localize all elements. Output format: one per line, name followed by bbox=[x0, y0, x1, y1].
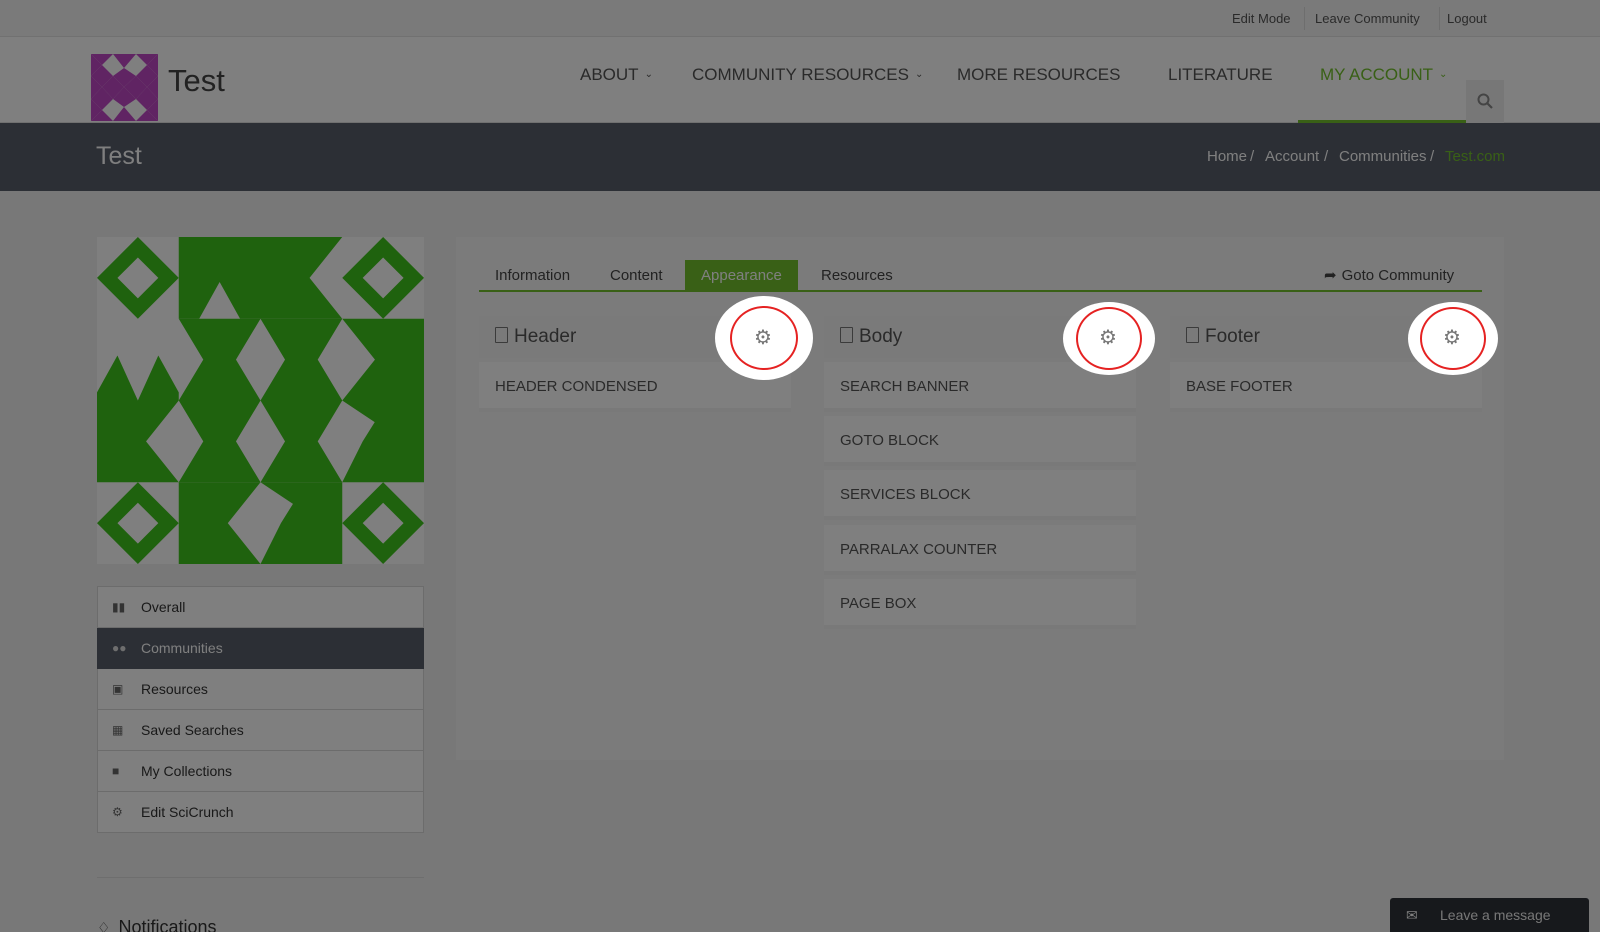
sidebar-item-my-collections[interactable]: ■ My Collections bbox=[97, 751, 424, 792]
nav-more-resources[interactable]: MORE RESOURCES bbox=[957, 62, 1120, 88]
folder-open-icon: ■ bbox=[112, 764, 120, 778]
nav-about-label: ABOUT bbox=[580, 65, 639, 84]
chevron-down-icon: ⌄ bbox=[644, 69, 653, 80]
header-title-label: Header bbox=[514, 326, 577, 347]
sidebar-item-label: Overall bbox=[141, 599, 186, 615]
search-button[interactable] bbox=[1466, 80, 1504, 123]
sidebar-item-label: Saved Searches bbox=[141, 722, 244, 738]
chevron-down-icon: ⌄ bbox=[914, 69, 924, 80]
tab-resources[interactable]: Resources bbox=[805, 260, 909, 292]
search-icon bbox=[1477, 93, 1493, 109]
breadcrumb-home[interactable]: Home bbox=[1207, 148, 1247, 165]
gears-icon: ⚙ bbox=[112, 805, 123, 819]
breadcrumb-separator: / bbox=[1250, 148, 1255, 165]
tab-appearance[interactable]: Appearance bbox=[685, 260, 798, 292]
nav-community-resources-label: COMMUNITY RESOURCES bbox=[692, 65, 909, 84]
divider bbox=[1439, 7, 1440, 30]
floppy-icon: ▦ bbox=[112, 723, 124, 737]
breadcrumb-separator: / bbox=[1324, 148, 1329, 165]
top-utility-bar: Edit Mode Leave Community Logout bbox=[0, 0, 1600, 37]
nav-literature[interactable]: LITERATURE bbox=[1168, 62, 1273, 88]
cubes-icon: ▣ bbox=[112, 682, 124, 696]
file-icon bbox=[1186, 327, 1199, 343]
nav-my-account-label: MY ACCOUNT bbox=[1320, 65, 1434, 84]
body-title-label: Body bbox=[859, 326, 903, 347]
goto-community-label: Goto Community bbox=[1341, 267, 1455, 284]
sidebar-item-communities[interactable]: ●● Communities bbox=[97, 628, 424, 669]
header-column-title: Header bbox=[495, 316, 576, 358]
sidebar-item-edit-scicrunch[interactable]: ⚙ Edit SciCrunch bbox=[97, 792, 424, 833]
gear-icon: ⚙ bbox=[754, 327, 772, 349]
body-settings-button[interactable]: ⚙ bbox=[1063, 302, 1155, 375]
leave-community-link[interactable]: Leave Community bbox=[1315, 0, 1420, 37]
logout-link[interactable]: Logout bbox=[1447, 0, 1487, 37]
breadcrumb-current: Test.com bbox=[1445, 148, 1506, 165]
community-avatar bbox=[97, 237, 424, 564]
divider bbox=[97, 877, 424, 878]
nav-community-resources[interactable]: COMMUNITY RESOURCES ⌄ bbox=[692, 62, 923, 88]
sidebar-item-saved-searches[interactable]: ▦ Saved Searches bbox=[97, 710, 424, 751]
page-title: Test bbox=[96, 142, 142, 170]
footer-settings-button[interactable]: ⚙ bbox=[1408, 302, 1498, 375]
footer-column-title: Footer bbox=[1186, 316, 1260, 358]
footer-title-label: Footer bbox=[1205, 326, 1260, 347]
nav-my-account[interactable]: MY ACCOUNT ⌄ bbox=[1320, 62, 1447, 88]
notifications-label: Notifications bbox=[118, 917, 217, 932]
sidebar-item-label: My Collections bbox=[141, 763, 233, 779]
sidebar-item-label: Communities bbox=[141, 640, 223, 656]
file-icon bbox=[495, 327, 508, 343]
share-icon: ➦ bbox=[1324, 267, 1337, 284]
list-item[interactable]: PARRALAX COUNTER bbox=[824, 525, 1136, 575]
file-icon bbox=[840, 327, 853, 343]
community-logo[interactable] bbox=[91, 54, 158, 121]
tab-content[interactable]: Content bbox=[594, 260, 679, 292]
sidebar-item-label: Resources bbox=[141, 681, 208, 697]
leave-message-widget[interactable]: ✉ Leave a message bbox=[1390, 898, 1589, 932]
chevron-down-icon: ⌄ bbox=[1439, 69, 1448, 80]
gear-icon: ⚙ bbox=[1443, 327, 1461, 349]
gear-icon: ⚙ bbox=[1099, 327, 1117, 349]
bar-chart-icon: ▮▮ bbox=[112, 600, 126, 614]
breadcrumb-communities[interactable]: Communities bbox=[1339, 148, 1427, 165]
sidebar-item-label: Edit SciCrunch bbox=[141, 804, 234, 820]
breadcrumb-separator: / bbox=[1430, 148, 1435, 165]
tab-information[interactable]: Information bbox=[479, 260, 586, 292]
envelope-icon: ✉ bbox=[1406, 907, 1418, 923]
users-icon: ●● bbox=[112, 641, 127, 655]
goto-community-link[interactable]: ➦ Goto Community bbox=[1308, 260, 1470, 292]
leave-message-label: Leave a message bbox=[1440, 907, 1551, 923]
divider bbox=[1304, 7, 1305, 30]
brand-name[interactable]: Test bbox=[168, 63, 225, 99]
sidebar-item-overall[interactable]: ▮▮ Overall bbox=[97, 586, 424, 628]
tab-underline bbox=[479, 290, 1482, 292]
list-item[interactable]: PAGE BOX bbox=[824, 579, 1136, 629]
notifications-heading: ♢ Notifications bbox=[97, 917, 217, 932]
bell-icon: ♢ bbox=[97, 920, 111, 932]
sidebar-item-resources[interactable]: ▣ Resources bbox=[97, 669, 424, 710]
breadcrumb-account[interactable]: Account bbox=[1265, 148, 1319, 165]
body-column-title: Body bbox=[840, 316, 902, 358]
list-item[interactable]: GOTO BLOCK bbox=[824, 416, 1136, 466]
edit-mode-link[interactable]: Edit Mode bbox=[1232, 0, 1291, 37]
list-item[interactable]: SERVICES BLOCK bbox=[824, 470, 1136, 520]
nav-about[interactable]: ABOUT ⌄ bbox=[580, 62, 653, 88]
header-settings-button[interactable]: ⚙ bbox=[715, 296, 813, 380]
